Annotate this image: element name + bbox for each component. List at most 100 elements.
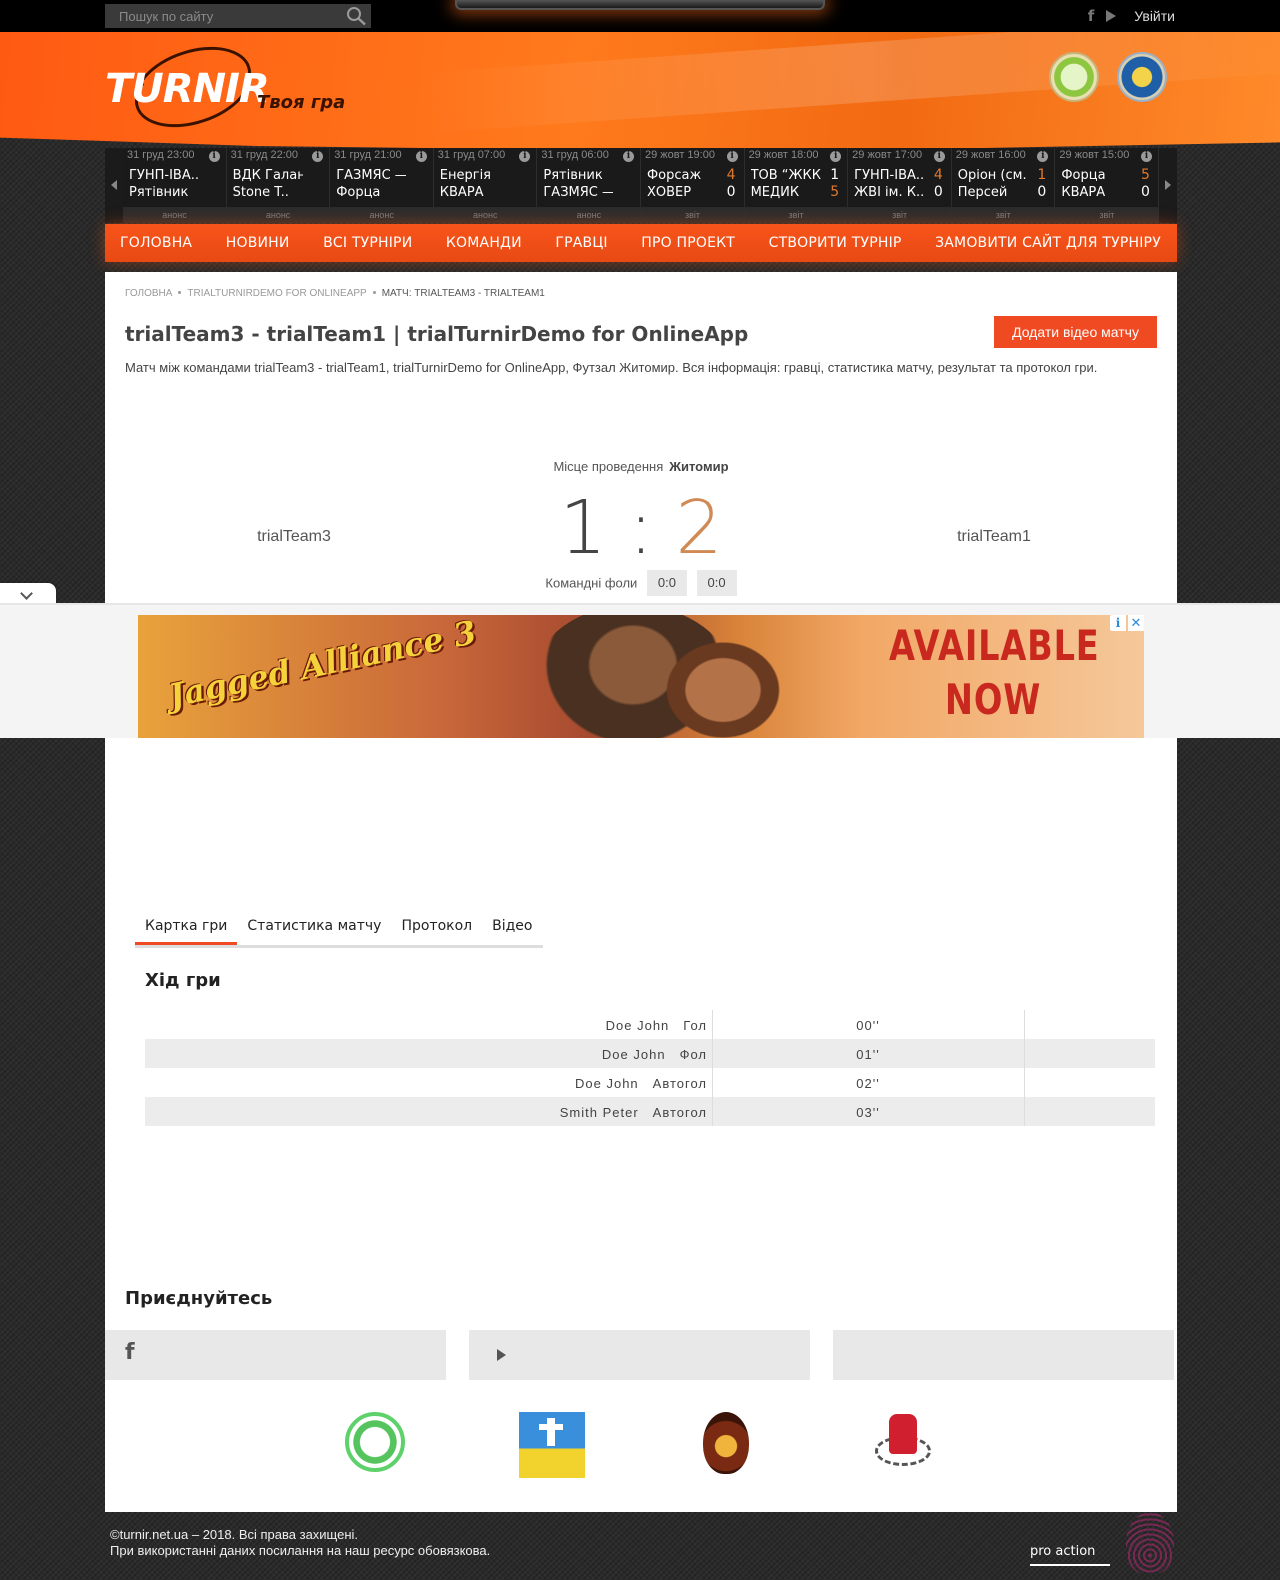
add-video-button[interactable]: Додати відео матчу: [994, 316, 1157, 348]
nav-teams[interactable]: Команди: [446, 235, 522, 251]
ticker-team2: Рятівник: [129, 185, 189, 200]
login-link[interactable]: Увійти: [1134, 8, 1175, 24]
youtube-icon[interactable]: [1106, 10, 1117, 22]
facebook-icon: f: [125, 1340, 135, 1365]
info-icon[interactable]: i: [726, 151, 738, 162]
tab-match-stats[interactable]: Статистика матчу: [237, 914, 391, 945]
ticker-status[interactable]: звіт: [1055, 207, 1159, 223]
ticker-next-button[interactable]: [1159, 148, 1177, 223]
breadcrumb-tournament[interactable]: trialTurnirDemo for OnlineApp: [187, 288, 366, 299]
tab-video[interactable]: Відео: [482, 914, 542, 945]
nav-create-tournament[interactable]: Створити турнір: [769, 235, 902, 251]
ticker-match-card[interactable]: 31 груд 07:00 i Енергія КВАРА анонс: [433, 148, 538, 223]
social-widget[interactable]: [833, 1330, 1174, 1380]
info-icon[interactable]: i: [208, 151, 220, 162]
info-icon[interactable]: i: [933, 151, 945, 162]
ticker-match-card[interactable]: 29 жовт 19:00 i Форсаж ХОВЕР 4 0 звіт: [640, 148, 745, 223]
away-team-name[interactable]: trialTeam1: [805, 528, 1183, 546]
ticker-status[interactable]: анонс: [123, 207, 226, 223]
facebook-icon[interactable]: f: [1088, 7, 1095, 25]
top-social: f Увійти: [1088, 6, 1175, 26]
facebook-widget[interactable]: f: [105, 1330, 446, 1380]
ticker-date: 31 груд 21:00: [334, 149, 402, 161]
nav-about[interactable]: Про проект: [641, 235, 735, 251]
score-separator: :: [628, 485, 654, 571]
ticker-match-card[interactable]: 29 жовт 18:00 i ТОВ “ЖКК” МЕДИК 1 5 звіт: [744, 148, 849, 223]
tab-protocol[interactable]: Протокол: [391, 914, 482, 945]
ticker-team1: ГАЗМЯС —: [336, 168, 407, 183]
ticker-score1: 1: [830, 167, 840, 183]
ticker-status[interactable]: звіт: [744, 207, 848, 223]
event-type: Фол: [679, 1047, 707, 1062]
info-icon[interactable]: i: [312, 151, 324, 162]
ticker-match-card[interactable]: 29 жовт 17:00 i ГУНП-ІВА.. ЖВІ ім. К.. 4 0 зві…: [848, 148, 952, 223]
ticker-status[interactable]: анонс: [226, 207, 330, 223]
nav-tournaments[interactable]: Всі турніри: [323, 235, 412, 251]
proaction-logo[interactable]: pro action: [1030, 1544, 1110, 1566]
info-icon[interactable]: i: [1140, 151, 1152, 162]
ticker-status[interactable]: анонс: [433, 207, 537, 223]
info-icon[interactable]: i: [830, 151, 842, 162]
fouls-home: 0:0: [646, 570, 687, 596]
home-team-name[interactable]: trialTeam3: [105, 528, 483, 546]
partner-logo-fist[interactable]: [875, 1412, 931, 1472]
partner-logo-club-badge[interactable]: [703, 1412, 749, 1474]
ticker-team1: Рятівник: [543, 168, 603, 183]
event-type: Гол: [683, 1018, 707, 1033]
ad-info-icon[interactable]: i: [1110, 615, 1126, 631]
ticker-team1: Форца: [1061, 168, 1106, 183]
ticker-status[interactable]: звіт: [951, 207, 1055, 223]
ticker-date: 31 груд 07:00: [437, 149, 506, 161]
youtube-widget[interactable]: [469, 1330, 810, 1380]
top-banner[interactable]: [455, 0, 825, 10]
ticker-score1: 5: [1141, 167, 1150, 183]
nav-news[interactable]: Новини: [226, 235, 290, 251]
ticker-status[interactable]: звіт: [848, 207, 952, 223]
info-icon[interactable]: i: [519, 151, 531, 162]
partner-logo-association[interactable]: [1117, 52, 1167, 102]
event-row: Doe John Фол 01'': [145, 1039, 1155, 1068]
search-icon[interactable]: [345, 6, 367, 26]
info-icon[interactable]: i: [1037, 151, 1049, 162]
ad-banner[interactable]: Jagged Alliance 3 AVAILABLE NOW i ✕: [138, 615, 1144, 738]
event-row: Smith Peter Автогол 03'': [145, 1097, 1155, 1126]
ticker-match-card[interactable]: 31 груд 21:00 i ГАЗМЯС — Форца анонс: [330, 148, 434, 223]
event-player[interactable]: Smith Peter: [560, 1105, 639, 1120]
info-icon[interactable]: i: [415, 151, 427, 162]
ticker-status[interactable]: анонс: [537, 207, 641, 223]
ticker-date: 31 груд 22:00: [230, 149, 299, 161]
ticker-score1: 4: [933, 167, 943, 183]
site-logo[interactable]: TURNIR Твоя гра: [105, 33, 365, 141]
breadcrumb-current: Матч: trialTeam3 - trialTeam1: [381, 288, 545, 299]
breadcrumb-home[interactable]: Головна: [125, 288, 172, 299]
partner-logo-football-club[interactable]: [1049, 52, 1099, 102]
nav-players[interactable]: Гравці: [555, 235, 607, 251]
ticker-status[interactable]: звіт: [640, 207, 744, 223]
ticker-match-card[interactable]: 31 груд 23:00 i ГУНП-ІВА.. Рятівник анонс: [123, 148, 227, 223]
nav-order-site[interactable]: Замовити сайт для турніру: [935, 235, 1161, 251]
event-type: Автогол: [652, 1076, 707, 1091]
venue-label: Місце проведення: [553, 459, 664, 474]
ad-figure: [658, 635, 788, 738]
ad-close-icon[interactable]: ✕: [1128, 615, 1144, 631]
search-input[interactable]: [105, 4, 335, 28]
ticker-status[interactable]: анонс: [330, 207, 434, 223]
ticker-prev-button[interactable]: [105, 148, 123, 223]
logo-brand: TURNIR: [105, 66, 270, 112]
team-fouls: Командні фоли 0:0 0:0: [105, 570, 1177, 596]
tab-game-card[interactable]: Картка гри: [135, 914, 238, 945]
event-time: 03'': [856, 1105, 880, 1120]
ticker-team2: КВАРА: [1061, 185, 1106, 200]
event-player[interactable]: Doe John: [575, 1076, 639, 1091]
ticker-match-card[interactable]: 29 жовт 15:00 i Форца КВАРА 5 0 звіт: [1055, 148, 1159, 223]
info-icon[interactable]: i: [622, 151, 634, 162]
event-player[interactable]: Doe John: [606, 1018, 670, 1033]
event-player[interactable]: Doe John: [602, 1047, 666, 1062]
ticker-match-card[interactable]: 31 груд 06:00 i Рятівник ГАЗМЯС — анонс: [537, 148, 641, 223]
ad-headline-line1: AVAILABLE: [889, 621, 1100, 670]
ticker-match-card[interactable]: 31 груд 22:00 i ВДК Галант Stone T.. анонс: [226, 148, 331, 223]
partner-logo-christian-league[interactable]: [519, 1412, 585, 1478]
ticker-match-card[interactable]: 29 жовт 16:00 i Оріон (см.. Персей 1 0 звіт: [951, 148, 1056, 223]
partner-logo-league[interactable]: [345, 1412, 405, 1472]
nav-home[interactable]: Головна: [120, 235, 192, 251]
